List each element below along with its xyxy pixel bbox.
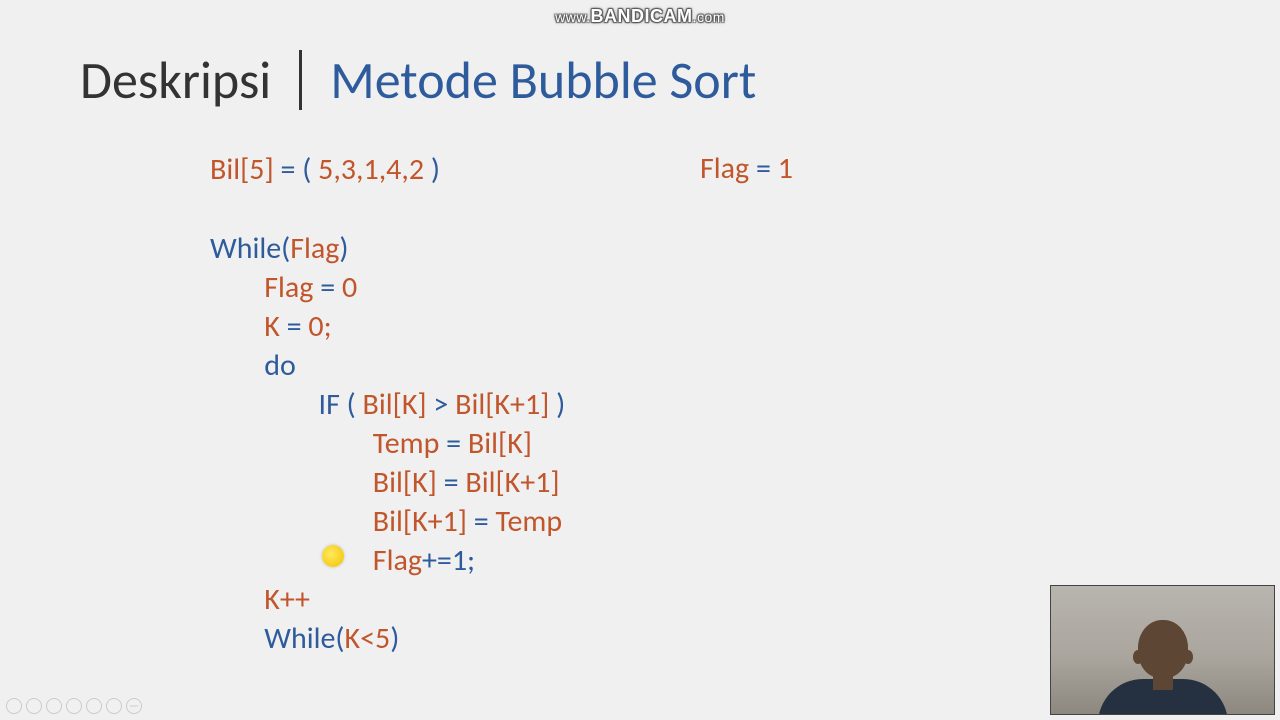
code-temp-assign: Temp = Bil[K] [210, 424, 565, 463]
code-flag-inc: Flag+=1; [210, 541, 565, 580]
code-do: do [210, 346, 565, 385]
webcam-overlay [1050, 585, 1275, 715]
toolbar-icon[interactable] [86, 698, 102, 714]
toolbar-icon[interactable] [46, 698, 62, 714]
code-bilk1-assign: Bil[K+1] = Temp [210, 502, 565, 541]
page-subtitle: Metode Bubble Sort [330, 48, 756, 112]
code-k-inc: K++ [210, 580, 565, 619]
title-row: Deskripsi Metode Bubble Sort [80, 48, 756, 112]
code-bilk-assign: Bil[K] = Bil[K+1] [210, 463, 565, 502]
page-title: Deskripsi [80, 48, 271, 112]
cursor-highlight-icon [322, 545, 344, 567]
toolbar-icon[interactable] [6, 698, 22, 714]
presenter-toolbar [6, 698, 142, 714]
code-k-zero: K = 0; [210, 307, 565, 346]
toolbar-icon[interactable] [106, 698, 122, 714]
decl-bil: Bil[5] = ( 5,3,1,4,2 ) [210, 150, 565, 189]
code-if: IF ( Bil[K] > Bil[K+1] ) [210, 385, 565, 424]
code-flag-zero: Flag = 0 [210, 268, 565, 307]
toolbar-icon[interactable] [66, 698, 82, 714]
toolbar-icon[interactable] [126, 698, 142, 714]
code-while-close: While(K<5) [210, 619, 565, 658]
watermark: www.BANDICAM.com [555, 6, 725, 27]
toolbar-icon[interactable] [26, 698, 42, 714]
code-while-open: While(Flag) [210, 229, 565, 268]
decl-flag: Flag = 1 [700, 150, 793, 187]
code-block: Bil[5] = ( 5,3,1,4,2 ) While(Flag) Flag … [210, 150, 565, 658]
title-divider [299, 50, 302, 110]
